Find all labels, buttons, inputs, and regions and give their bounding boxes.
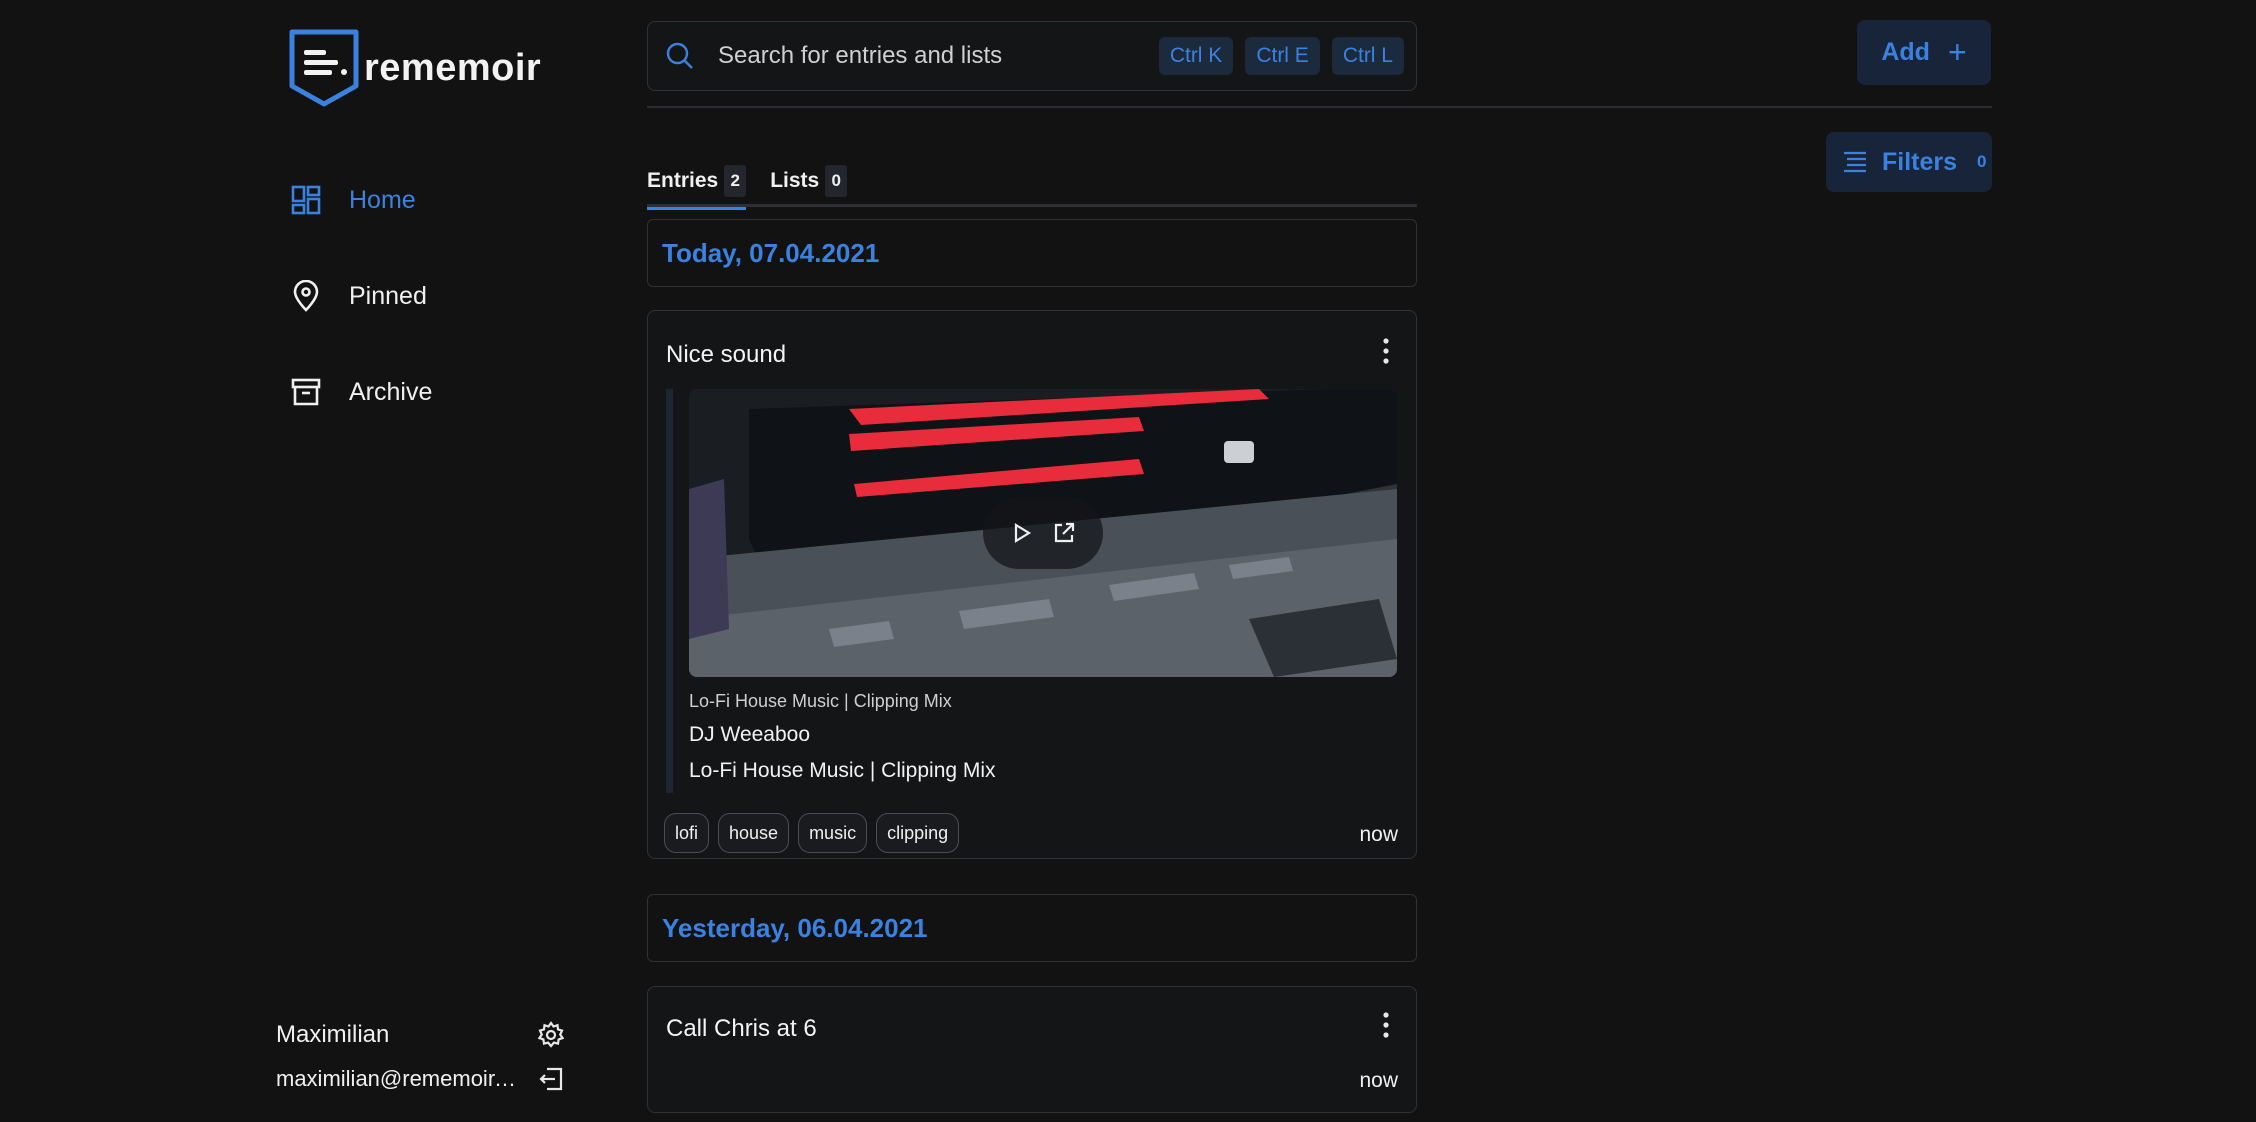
- more-vertical-icon[interactable]: [1376, 1007, 1396, 1043]
- filters-label: Filters: [1882, 147, 1958, 176]
- entry-timestamp: now: [1359, 1069, 1398, 1092]
- entry-title: Call Chris at 6: [666, 1015, 817, 1042]
- logo-icon: [289, 29, 359, 107]
- tab-label: Lists: [770, 168, 820, 192]
- filter-list-icon: [1842, 149, 1868, 175]
- entry-title: Nice sound: [666, 341, 787, 368]
- search-input[interactable]: [716, 36, 1147, 76]
- filters-button[interactable]: Filters 0: [1826, 132, 1992, 192]
- pin-icon: [290, 280, 322, 312]
- entry-card[interactable]: Call Chris at 6 now: [647, 986, 1417, 1113]
- user-name: Maximilian: [276, 1021, 390, 1048]
- play-icon[interactable]: [1008, 519, 1036, 547]
- entry-card[interactable]: Nice sound Lo-Fi House Music | Clipping …: [647, 310, 1417, 859]
- sidebar-item-label: Archive: [349, 377, 433, 406]
- tag-list: lofi house music clipping: [664, 813, 960, 853]
- tag-chip[interactable]: lofi: [664, 813, 710, 853]
- tag-chip[interactable]: house: [718, 813, 790, 853]
- user-email: maximilian@rememoir.d...: [276, 1066, 521, 1091]
- sidebar-item-label: Pinned: [349, 281, 427, 310]
- tab-count-badge: 0: [825, 164, 848, 197]
- app-logo[interactable]: rememoir: [288, 28, 541, 108]
- link-author: DJ Weeaboo: [689, 723, 811, 746]
- day-header: Yesterday, 06.04.2021: [647, 894, 1417, 962]
- logout-icon[interactable]: [536, 1064, 566, 1094]
- tab-lists[interactable]: Lists 0: [770, 154, 848, 207]
- filters-count: 0: [1977, 152, 1987, 171]
- sidebar-item-archive[interactable]: Archive: [290, 364, 432, 420]
- link-preview[interactable]: Lo-Fi House Music | Clipping Mix DJ Weea…: [666, 389, 1397, 793]
- settings-icon[interactable]: [536, 1020, 566, 1050]
- tab-count-badge: 2: [724, 164, 747, 197]
- day-header: Today, 07.04.2021: [647, 219, 1417, 287]
- link-title: Lo-Fi House Music | Clipping Mix: [689, 759, 996, 782]
- tab-label: Entries: [647, 168, 719, 192]
- search-bar[interactable]: Ctrl K Ctrl E Ctrl L: [647, 21, 1417, 91]
- add-button[interactable]: Add +: [1857, 20, 1991, 85]
- add-button-label: Add: [1881, 38, 1930, 66]
- archive-icon: [290, 376, 322, 408]
- shortcut-badge: Ctrl E: [1245, 37, 1320, 75]
- tag-chip[interactable]: music: [798, 813, 868, 853]
- link-site-name: Lo-Fi House Music | Clipping Mix: [689, 691, 952, 711]
- sidebar-item-label: Home: [349, 185, 416, 214]
- search-icon: [664, 40, 696, 72]
- sidebar-item-home[interactable]: Home: [290, 172, 432, 228]
- user-panel: Maximilian maximilian@rememoir.d...: [276, 1020, 566, 1094]
- more-vertical-icon[interactable]: [1376, 333, 1396, 369]
- sidebar-item-pinned[interactable]: Pinned: [290, 268, 432, 324]
- sidebar-nav: Home Pinned Archive: [290, 172, 432, 460]
- header-divider: [647, 106, 1992, 108]
- entry-timestamp: now: [1359, 823, 1398, 846]
- tab-bar: Entries 2 Lists 0: [647, 154, 1417, 210]
- logo-text: rememoir: [364, 46, 542, 89]
- tab-entries[interactable]: Entries 2: [647, 154, 747, 210]
- tag-chip[interactable]: clipping: [876, 813, 960, 853]
- shortcut-badge: Ctrl K: [1158, 37, 1234, 75]
- plus-icon: +: [1947, 34, 1967, 70]
- video-thumbnail[interactable]: [689, 389, 1397, 677]
- external-link-icon[interactable]: [1050, 519, 1078, 547]
- shortcut-badge: Ctrl L: [1331, 37, 1404, 75]
- dashboard-icon: [290, 184, 322, 216]
- media-controls: [983, 497, 1103, 569]
